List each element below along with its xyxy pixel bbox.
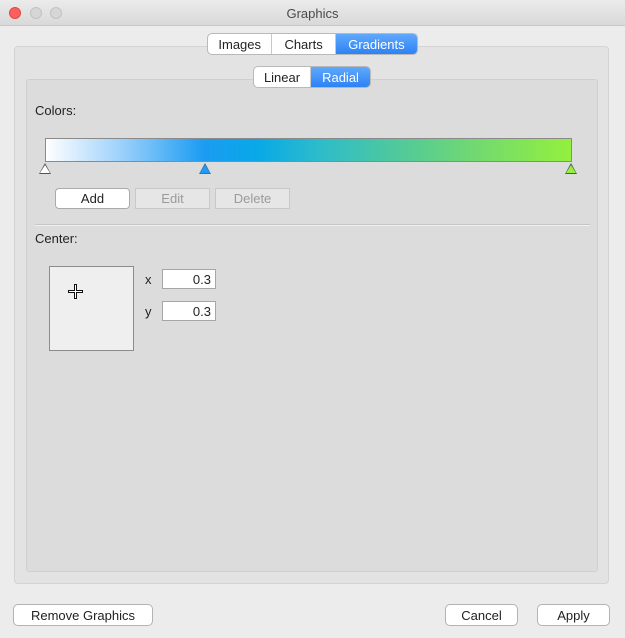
edit-stop-button[interactable]: Edit (135, 188, 210, 209)
gradient-stop-marker[interactable] (199, 163, 212, 174)
delete-stop-button[interactable]: Delete (215, 188, 290, 209)
gradient-preview-bar[interactable] (45, 138, 572, 162)
window-title: Graphics (286, 6, 339, 21)
tab-linear[interactable]: Linear (254, 67, 312, 87)
title-bar: Graphics (0, 0, 625, 26)
cancel-button[interactable]: Cancel (445, 604, 518, 626)
crosshair-icon (68, 284, 83, 299)
center-y-label: y (145, 304, 152, 319)
gradient-stop-marker[interactable] (565, 163, 577, 174)
remove-graphics-button[interactable]: Remove Graphics (13, 604, 153, 626)
gradient-stop-fill (200, 165, 211, 173)
center-y-field[interactable]: 0.3 (162, 301, 216, 321)
tab-radial[interactable]: Radial (311, 67, 370, 87)
section-divider (35, 224, 590, 225)
gradient-stop-fill (40, 165, 50, 173)
apply-button[interactable]: Apply (537, 604, 610, 626)
gradient-stop-fill (566, 165, 576, 173)
center-picker[interactable] (49, 266, 134, 351)
center-label: Center: (35, 231, 78, 246)
tab-charts[interactable]: Charts (272, 34, 336, 54)
center-x-label: x (145, 272, 152, 287)
main-tab-bar: Images Charts Gradients (207, 33, 418, 55)
add-stop-button[interactable]: Add (55, 188, 130, 209)
colors-label: Colors: (35, 103, 77, 118)
center-x-field[interactable]: 0.3 (162, 269, 216, 289)
gradient-stop-marker[interactable] (39, 163, 51, 174)
gradient-type-tab-bar: Linear Radial (253, 66, 371, 88)
tab-images[interactable]: Images (208, 34, 273, 54)
tab-gradients[interactable]: Gradients (335, 34, 417, 54)
